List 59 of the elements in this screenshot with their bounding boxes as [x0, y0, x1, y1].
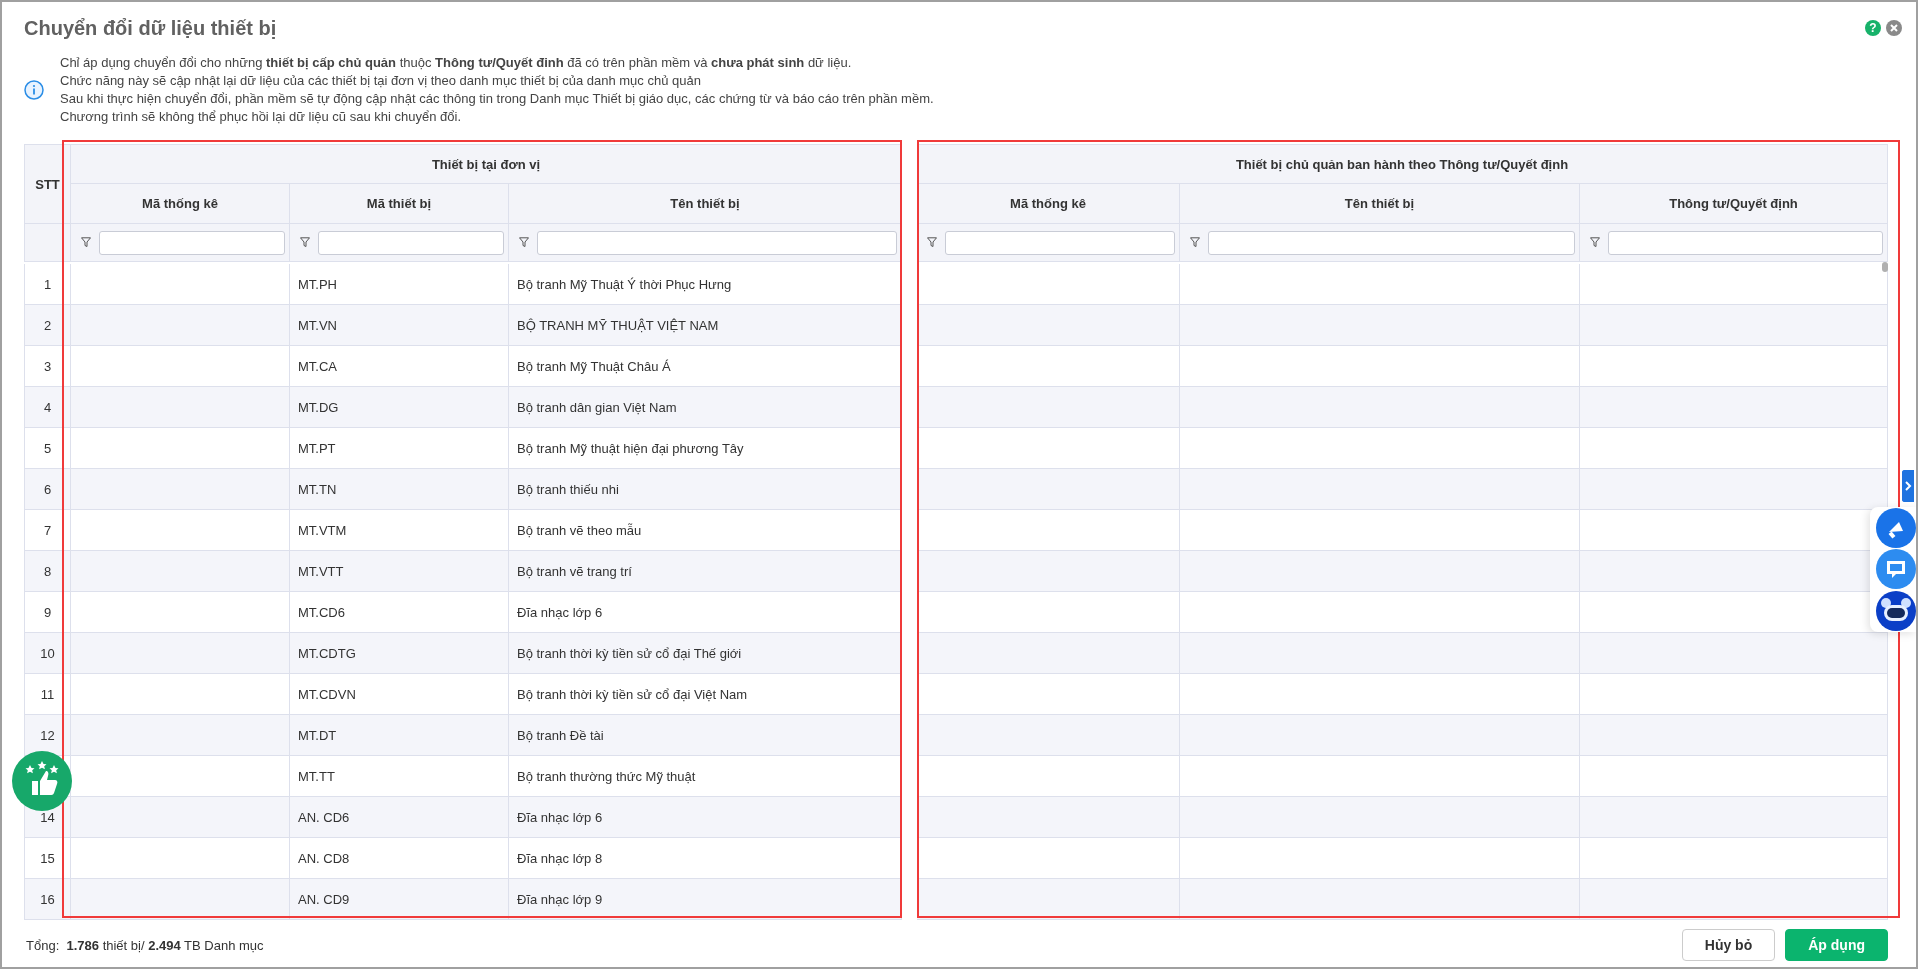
info-text: Chương trình sẽ không thể phục hồi lại dữ liệu cũ sau khi chuyển đổi.	[60, 108, 462, 126]
table-cell: MT.CDTG	[290, 633, 509, 674]
column-header: Tên thiết bị	[1180, 184, 1580, 224]
apply-button[interactable]: Áp dụng	[1785, 929, 1888, 961]
filter-field[interactable]	[1208, 230, 1575, 255]
filter-field[interactable]	[537, 230, 897, 255]
column-header: Tên thiết bị	[509, 184, 902, 224]
table-cell: Bộ tranh thời kỳ tiền sử cổ đại Thế giới	[509, 633, 902, 674]
filter-field[interactable]	[1608, 230, 1883, 255]
table-cell: BỘ TRANH MỸ THUẬT VIỆT NAM	[509, 305, 902, 346]
row-number: 2	[24, 305, 71, 346]
table-cell: AN. CD6	[290, 797, 509, 838]
filter-icon[interactable]	[1590, 237, 1600, 248]
group-header: Thiết bị tại đơn vị	[71, 144, 902, 184]
column-header: Thông tư/Quyết định	[1580, 184, 1888, 224]
filter-icon[interactable]	[300, 237, 310, 248]
filter-icon[interactable]	[927, 237, 937, 248]
table-cell: MT.DT	[290, 715, 509, 756]
column-header: Mã thiết bị	[290, 184, 509, 224]
info-text: Chức năng này sẽ cập nhật lại dữ liệu của các thiết bị tại đơn vị theo danh mục thiết bị của danh mục chủ quản	[60, 72, 702, 90]
thumbs-up-icon[interactable]	[12, 751, 72, 811]
table-cell: MT.VN	[290, 305, 509, 346]
robot-icon[interactable]	[1876, 591, 1916, 632]
table-cell: Đĩa nhạc lớp 9	[509, 879, 902, 920]
help-icon[interactable]: ?	[1865, 20, 1881, 36]
scrollbar-thumb[interactable]	[1882, 262, 1888, 272]
filter-field[interactable]	[945, 230, 1175, 255]
table-cell: Bộ tranh Đề tài	[509, 715, 902, 756]
close-icon[interactable]	[1886, 20, 1902, 36]
table-cell: AN. CD9	[290, 879, 509, 920]
chevron-tab-icon[interactable]	[1902, 470, 1914, 502]
column-header: STT	[24, 144, 71, 224]
filter-icon[interactable]	[1190, 237, 1200, 248]
table-cell: Đĩa nhạc lớp 6	[509, 797, 902, 838]
info-text: Chỉ áp dụng chuyển đổi cho những thiết bị cấp chủ quản thuộc Thông tư/Quyết đinh đã có trên phần mềm và chưa phát sinh dữ liệu.	[60, 54, 853, 72]
info-icon	[24, 80, 44, 100]
filter-icon[interactable]	[81, 237, 91, 248]
table-cell: MT.VTT	[290, 551, 509, 592]
table-cell: Bộ tranh vẽ trang trí	[509, 551, 902, 592]
table-cell: Bộ tranh thiếu nhi	[509, 469, 902, 510]
column-header: Mã thống kê	[71, 184, 290, 224]
filter-field[interactable]	[99, 230, 285, 255]
table-cell: MT.TN	[290, 469, 509, 510]
filter-icon[interactable]	[519, 237, 529, 248]
dialog-title: Chuyển đổi dữ liệu thiết bị	[24, 16, 278, 40]
row-number: 4	[24, 387, 71, 428]
row-number: 8	[24, 551, 71, 592]
cancel-button[interactable]: Hủy bỏ	[1681, 929, 1776, 961]
filter-field[interactable]	[318, 230, 504, 255]
table-cell: MT.DG	[290, 387, 509, 428]
column-header: Mã thống kê	[917, 184, 1180, 224]
row-number: 10	[24, 633, 71, 674]
row-number: 16	[24, 879, 71, 920]
info-text: Sau khi thực hiện chuyển đổi, phần mềm sẽ tự động cập nhật các thông tin trong Danh mục Thiết bị giáo dục, các chứng từ và báo cáo trên phần mềm.	[60, 90, 934, 108]
table-cell: Bộ tranh dân gian Việt Nam	[509, 387, 902, 428]
megaphone-icon[interactable]	[1876, 507, 1916, 548]
total-summary: Tổng: 1.786 thiết bị/ 2.494 TB Danh mục	[26, 937, 265, 953]
group-header: Thiết bị chủ quản ban hành theo Thông tư/Quyết định	[917, 144, 1888, 184]
row-number: 6	[24, 469, 71, 510]
